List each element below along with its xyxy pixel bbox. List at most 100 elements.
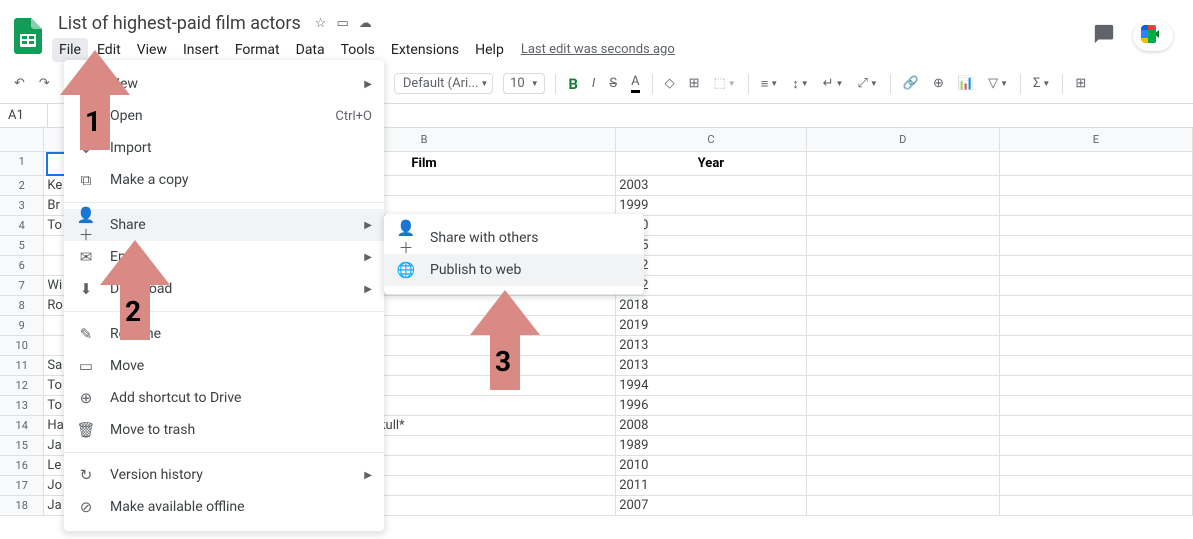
cell[interactable]: [807, 176, 1000, 195]
cell[interactable]: [807, 396, 1000, 415]
row-header[interactable]: 8: [0, 296, 44, 315]
cell[interactable]: [807, 316, 1000, 335]
cell[interactable]: 1996: [616, 396, 806, 415]
menu-view[interactable]: View: [130, 38, 174, 62]
italic-button[interactable]: I: [586, 72, 601, 95]
cell[interactable]: 2013: [616, 356, 806, 375]
cell[interactable]: 1994: [616, 376, 806, 395]
more-button[interactable]: ⊞: [1069, 72, 1092, 95]
cell[interactable]: [807, 276, 1000, 295]
cell[interactable]: Year: [616, 152, 806, 175]
submenu-publish-web[interactable]: 🌐Publish to web: [384, 254, 644, 286]
cell[interactable]: [1000, 496, 1193, 515]
cell[interactable]: [1000, 276, 1193, 295]
name-box[interactable]: A1: [0, 104, 48, 127]
font-selector[interactable]: Default (Ari...▼: [394, 73, 494, 94]
merge-button[interactable]: ⬚▼: [707, 72, 741, 95]
document-title[interactable]: List of highest-paid film actors: [52, 11, 307, 36]
cell[interactable]: [1000, 336, 1193, 355]
move-folder-icon[interactable]: ▭: [336, 16, 348, 31]
menu-trash[interactable]: 🗑Move to trash: [64, 414, 384, 446]
menu-extensions[interactable]: Extensions: [384, 38, 466, 62]
menu-move[interactable]: ▭Move: [64, 350, 384, 382]
menu-download[interactable]: ⬇Download▶: [64, 273, 384, 305]
strikethrough-button[interactable]: S: [603, 72, 623, 95]
cell[interactable]: [1000, 316, 1193, 335]
row-header[interactable]: 13: [0, 396, 44, 415]
cell[interactable]: 2012: [616, 276, 806, 295]
menu-rename[interactable]: ✎Rename: [64, 318, 384, 350]
cell[interactable]: [807, 256, 1000, 275]
menu-make-copy[interactable]: ⧉Make a copy: [64, 164, 384, 196]
row-header[interactable]: 14: [0, 416, 44, 435]
rotate-button[interactable]: ⤢▼: [851, 72, 883, 95]
halign-button[interactable]: ≡▼: [755, 72, 785, 96]
row-header[interactable]: 16: [0, 456, 44, 475]
row-header[interactable]: 12: [0, 376, 44, 395]
cell[interactable]: [807, 152, 1000, 175]
cell[interactable]: [807, 476, 1000, 495]
comment-button[interactable]: ⊕: [927, 72, 950, 95]
row-header[interactable]: 17: [0, 476, 44, 495]
cell[interactable]: [1000, 176, 1193, 195]
cell[interactable]: [807, 376, 1000, 395]
cell[interactable]: [1000, 216, 1193, 235]
cell[interactable]: [1000, 196, 1193, 215]
row-header[interactable]: 18: [0, 496, 44, 515]
cell[interactable]: 2003: [616, 176, 806, 195]
valign-button[interactable]: ↕▼: [786, 72, 814, 96]
cell[interactable]: 2005: [616, 236, 806, 255]
star-icon[interactable]: ☆: [315, 16, 327, 31]
cell[interactable]: [1000, 356, 1193, 375]
cell[interactable]: [807, 436, 1000, 455]
menu-tools[interactable]: Tools: [334, 38, 382, 62]
cell[interactable]: [1000, 236, 1193, 255]
col-header-d[interactable]: D: [807, 128, 1000, 151]
wrap-button[interactable]: ↵▼: [817, 72, 850, 95]
row-header[interactable]: 9: [0, 316, 44, 335]
cell[interactable]: 2000: [616, 216, 806, 235]
bold-button[interactable]: B: [562, 71, 584, 97]
functions-button[interactable]: Σ▼: [1027, 72, 1056, 95]
cell[interactable]: [1000, 396, 1193, 415]
cell[interactable]: [807, 416, 1000, 435]
menu-edit[interactable]: Edit: [90, 38, 128, 62]
cell[interactable]: [1000, 456, 1193, 475]
row-header[interactable]: 4: [0, 216, 44, 235]
menu-file[interactable]: File: [52, 38, 88, 62]
sheets-logo[interactable]: [8, 16, 48, 56]
cell[interactable]: [1000, 296, 1193, 315]
menu-version-history[interactable]: ↻Version history▶: [64, 459, 384, 491]
cell[interactable]: [1000, 416, 1193, 435]
select-all-corner[interactable]: [0, 128, 44, 151]
row-header[interactable]: 3: [0, 196, 44, 215]
redo-button[interactable]: ↷: [33, 72, 56, 95]
cell[interactable]: [807, 216, 1000, 235]
cell[interactable]: [1000, 152, 1193, 175]
col-header-e[interactable]: E: [1000, 128, 1193, 151]
row-header[interactable]: 6: [0, 256, 44, 275]
row-header[interactable]: 2: [0, 176, 44, 195]
text-color-button[interactable]: A: [625, 70, 645, 97]
cell[interactable]: [807, 336, 1000, 355]
menu-format[interactable]: Format: [228, 38, 287, 62]
row-header[interactable]: 15: [0, 436, 44, 455]
comments-icon[interactable]: [1093, 23, 1115, 49]
cell[interactable]: 2008: [616, 416, 806, 435]
cell[interactable]: 2018: [616, 296, 806, 315]
cell[interactable]: [1000, 376, 1193, 395]
cell[interactable]: 1989: [616, 436, 806, 455]
last-edit-link[interactable]: Last edit was seconds ago: [521, 42, 675, 57]
row-header[interactable]: 10: [0, 336, 44, 355]
undo-button[interactable]: ↶: [8, 72, 31, 95]
cell[interactable]: 2022: [616, 256, 806, 275]
chart-button[interactable]: 📊: [952, 72, 980, 95]
menu-insert[interactable]: Insert: [176, 38, 226, 62]
menu-offline[interactable]: ⊘Make available offline: [64, 491, 384, 523]
cell[interactable]: [807, 356, 1000, 375]
cell[interactable]: 2007: [616, 496, 806, 515]
menu-data[interactable]: Data: [289, 38, 332, 62]
row-header[interactable]: 1: [0, 152, 44, 175]
font-size-selector[interactable]: 10▼: [503, 73, 545, 94]
cell[interactable]: [807, 196, 1000, 215]
